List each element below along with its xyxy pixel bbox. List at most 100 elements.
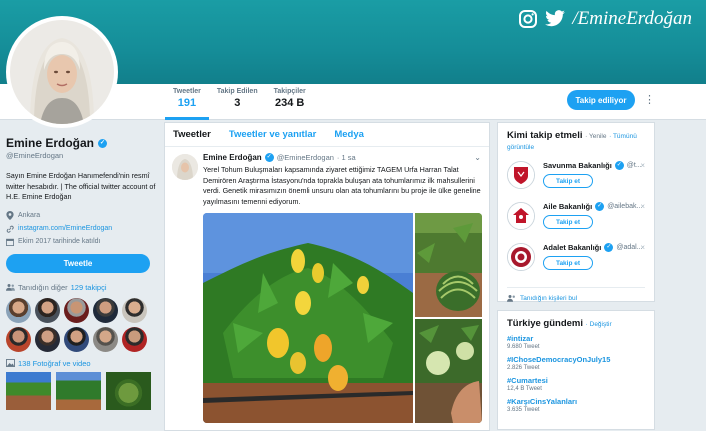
trend-count: 2.826 Tweet bbox=[507, 365, 540, 371]
tweet-button[interactable]: Tweetle bbox=[6, 253, 150, 273]
profile-handle[interactable]: @EmineErdogan bbox=[6, 151, 156, 160]
stat-tweets[interactable]: Tweetler 191 bbox=[165, 84, 209, 120]
trend-count: 9.680 Tweet bbox=[507, 344, 540, 350]
photos-videos-label: 138 Fotoğraf ve video bbox=[18, 358, 91, 368]
tweet-header: Emine Erdoğan ✓ @EmineErdogan · 1 sa bbox=[203, 153, 481, 162]
suggestion-handle[interactable]: @adal... bbox=[616, 244, 642, 251]
verified-icon: ✓ bbox=[604, 243, 614, 252]
trend-tag[interactable]: #KarşıCinsYalanları bbox=[507, 397, 645, 406]
who-to-follow-title: Kimi takip etmeli bbox=[507, 130, 583, 141]
tweet-media[interactable] bbox=[203, 213, 482, 423]
location-pin-icon bbox=[6, 210, 14, 220]
tab-tweets-replies[interactable]: Tweetler ve yanıtlar bbox=[229, 129, 316, 146]
trend-item[interactable]: #IChoseDemocracyOnJuly15 2.826 Tweet bbox=[507, 355, 645, 371]
suggestion-avatar[interactable] bbox=[507, 161, 535, 189]
stat-following[interactable]: Takip Edilen 3 bbox=[209, 84, 266, 120]
twitter-bird-icon bbox=[545, 10, 566, 27]
profile-avatar[interactable] bbox=[6, 16, 118, 128]
change-trends-link[interactable]: · Değiştir bbox=[586, 321, 612, 328]
known-followers-count[interactable]: 129 takipçi bbox=[71, 283, 107, 292]
follower-avatar[interactable] bbox=[93, 297, 118, 323]
follow-button[interactable]: Takip et bbox=[543, 256, 593, 270]
tab-tweets[interactable]: Tweetler bbox=[173, 129, 211, 146]
trend-item[interactable]: #Cumartesi 12,4 B Tweet bbox=[507, 376, 645, 392]
close-icon[interactable]: × bbox=[640, 202, 645, 211]
tab-media[interactable]: Medya bbox=[334, 129, 364, 146]
profile-location: Ankara bbox=[18, 211, 41, 219]
right-sidebar: Kimi takip etmeli · Yenile · Tümünü görü… bbox=[497, 122, 655, 430]
trend-tag[interactable]: #Cumartesi bbox=[507, 376, 645, 385]
trend-count: 3.635 Tweet bbox=[507, 407, 540, 413]
follower-avatar[interactable] bbox=[35, 297, 60, 323]
trend-item[interactable]: #intizar 9.680 Tweet bbox=[507, 334, 645, 350]
suggestion-item: Savunma Bakanlığı ✓ @t... × Takip et bbox=[507, 161, 645, 193]
verified-icon: ✓ bbox=[614, 161, 624, 170]
known-followers-label: Tanıdığın diğer bbox=[18, 282, 68, 292]
follower-avatar[interactable] bbox=[64, 326, 89, 352]
close-icon[interactable]: × bbox=[640, 161, 645, 170]
refresh-link[interactable]: · Yenile bbox=[585, 133, 606, 140]
more-options-icon[interactable]: ⋮ bbox=[644, 93, 655, 107]
suggestion-avatar[interactable] bbox=[507, 202, 535, 230]
media-thumbnail[interactable] bbox=[106, 371, 151, 410]
stat-value: 191 bbox=[177, 97, 197, 109]
follower-avatar[interactable] bbox=[93, 326, 118, 352]
find-people-label: Tanıdığın kişileri bul bbox=[520, 294, 578, 302]
follower-avatar[interactable] bbox=[35, 326, 60, 352]
tweet-author-handle[interactable]: @EmineErdogan bbox=[277, 153, 334, 162]
tweet-avatar[interactable] bbox=[172, 154, 198, 180]
who-to-follow-card: Kimi takip etmeli · Yenile · Tümünü görü… bbox=[497, 122, 655, 302]
follow-button[interactable]: Takip et bbox=[543, 174, 593, 188]
website-row: instagram.com/EmineErdogan bbox=[6, 225, 156, 233]
follower-avatar[interactable] bbox=[6, 297, 31, 323]
suggestion-name[interactable]: Aile Bakanlığı bbox=[543, 202, 592, 211]
suggestion-name[interactable]: Savunma Bakanlığı bbox=[543, 161, 612, 170]
who-to-follow-header: Kimi takip etmeli · Yenile · Tümünü görü… bbox=[507, 130, 645, 152]
followers-you-know: Tanıdığın diğer 129 takipçi bbox=[6, 283, 156, 292]
following-button[interactable]: Takip ediliyor bbox=[567, 90, 635, 110]
suggestion-name-row: Aile Bakanlığı ✓ @ailebak... bbox=[543, 202, 645, 211]
media-thumbnail[interactable] bbox=[56, 371, 101, 410]
profile-website-link[interactable]: instagram.com/EmineErdogan bbox=[18, 225, 112, 232]
timeline: Tweetler Tweetler ve yanıtlar Medya Emin… bbox=[164, 122, 490, 431]
photos-videos-link[interactable]: 138 Fotoğraf ve video bbox=[6, 359, 156, 368]
stat-followers[interactable]: Takipçiler 234 B bbox=[266, 84, 314, 120]
verified-icon: ✓ bbox=[98, 138, 108, 148]
stat-value: 3 bbox=[234, 97, 241, 109]
profile-stats: Tweetler 191 Takip Edilen 3 Takipçiler 2… bbox=[165, 84, 314, 120]
follower-avatar[interactable] bbox=[122, 326, 147, 352]
people-icon bbox=[6, 284, 15, 291]
trends-header: Türkiye gündemi · Değiştir bbox=[507, 318, 645, 329]
close-icon[interactable]: × bbox=[640, 243, 645, 252]
location-row: Ankara bbox=[6, 210, 156, 220]
stat-value: 234 B bbox=[275, 97, 305, 109]
profile-joined: Ekim 2017 tarihinde katıldı bbox=[18, 238, 101, 245]
follower-avatar[interactable] bbox=[6, 326, 31, 352]
tweet-timestamp[interactable]: · 1 sa bbox=[337, 153, 356, 162]
trends-title: Türkiye gündemi bbox=[507, 318, 584, 329]
profile-name-row: Emine Erdoğan ✓ bbox=[6, 136, 156, 150]
banner-brand: /EmineErdoğan bbox=[518, 8, 692, 30]
suggestion-avatar[interactable] bbox=[507, 243, 535, 271]
verified-icon: ✓ bbox=[595, 202, 605, 211]
media-thumbnail[interactable] bbox=[6, 371, 51, 410]
banner-handle: /EmineErdoğan bbox=[572, 8, 692, 29]
tweet-author-name[interactable]: Emine Erdoğan bbox=[203, 153, 262, 162]
suggestion-name[interactable]: Adalet Bakanlığı bbox=[543, 243, 601, 252]
follower-avatar[interactable] bbox=[122, 297, 147, 323]
tweet-text: Yerel Tohum Buluşmaları kapsamında ziyar… bbox=[203, 165, 481, 206]
trend-tag[interactable]: #IChoseDemocracyOnJuly15 bbox=[507, 355, 645, 364]
suggestion-item: Adalet Bakanlığı ✓ @adal... × Takip et bbox=[507, 243, 645, 275]
follow-button[interactable]: Takip et bbox=[543, 215, 593, 229]
trend-item[interactable]: #KarşıCinsYalanları 3.635 Tweet bbox=[507, 397, 645, 413]
profile-bio: Sayın Emine Erdoğan Hanımefendi'nin resm… bbox=[6, 171, 156, 201]
chevron-down-icon[interactable]: ⌄ bbox=[474, 153, 481, 162]
find-people-link[interactable]: Tanıdığın kişileri bul bbox=[507, 287, 645, 302]
profile-name[interactable]: Emine Erdoğan bbox=[6, 136, 94, 150]
trend-count: 12,4 B Tweet bbox=[507, 386, 542, 392]
trend-tag[interactable]: #intizar bbox=[507, 334, 645, 343]
follower-avatar[interactable] bbox=[64, 297, 89, 323]
suggestion-handle[interactable]: @ailebak... bbox=[607, 203, 642, 210]
tweet[interactable]: Emine Erdoğan ✓ @EmineErdogan · 1 sa ⌄ Y… bbox=[165, 147, 489, 423]
trends-card: Türkiye gündemi · Değiştir #intizar 9.68… bbox=[497, 310, 655, 430]
